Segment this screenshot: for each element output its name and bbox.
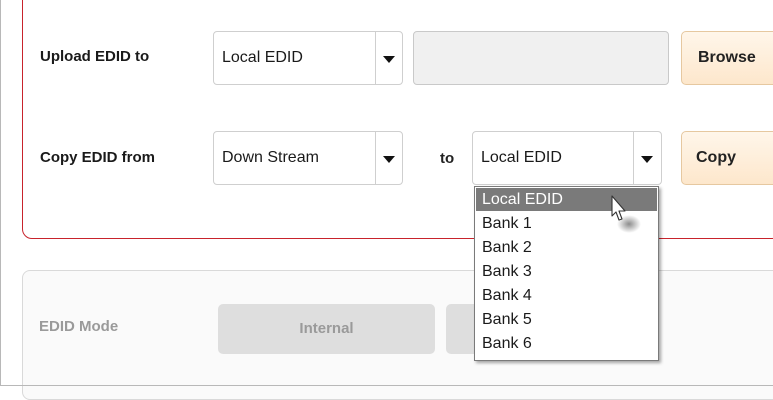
dropdown-option-bank-4[interactable]: Bank 4 <box>476 284 657 307</box>
to-label: to <box>440 150 455 167</box>
copy-button[interactable]: Copy <box>681 131 773 185</box>
dropdown-option-bank-3[interactable]: Bank 3 <box>476 260 657 283</box>
chevron-down-icon[interactable] <box>383 56 395 63</box>
frame-left-border <box>0 0 1 386</box>
internal-mode-button[interactable]: Internal <box>218 304 435 354</box>
select-divider <box>633 132 634 184</box>
copy-edid-label: Copy EDID from <box>40 149 156 166</box>
select-divider <box>375 32 376 84</box>
upload-file-path-field[interactable] <box>413 31 669 85</box>
select-divider <box>375 132 376 184</box>
dropdown-option-bank-5[interactable]: Bank 5 <box>476 308 657 331</box>
dropdown-option-bank-2[interactable]: Bank 2 <box>476 236 657 259</box>
copy-destination-select[interactable]: Local EDID <box>472 131 662 185</box>
browse-button[interactable]: Browse <box>681 31 773 85</box>
upload-target-value: Local EDID <box>222 49 303 66</box>
dropdown-option-bank-6[interactable]: Bank 6 <box>476 332 657 355</box>
chevron-down-icon[interactable] <box>641 156 653 163</box>
copy-source-select[interactable]: Down Stream <box>213 131 403 185</box>
edid-mode-label: EDID Mode <box>39 318 119 335</box>
chevron-down-icon[interactable] <box>383 156 395 163</box>
upload-target-select[interactable]: Local EDID <box>213 31 403 85</box>
copy-source-value: Down Stream <box>222 149 319 166</box>
upload-edid-label: Upload EDID to <box>40 48 150 65</box>
copy-destination-value: Local EDID <box>481 149 562 166</box>
mouse-cursor-icon <box>611 195 641 233</box>
